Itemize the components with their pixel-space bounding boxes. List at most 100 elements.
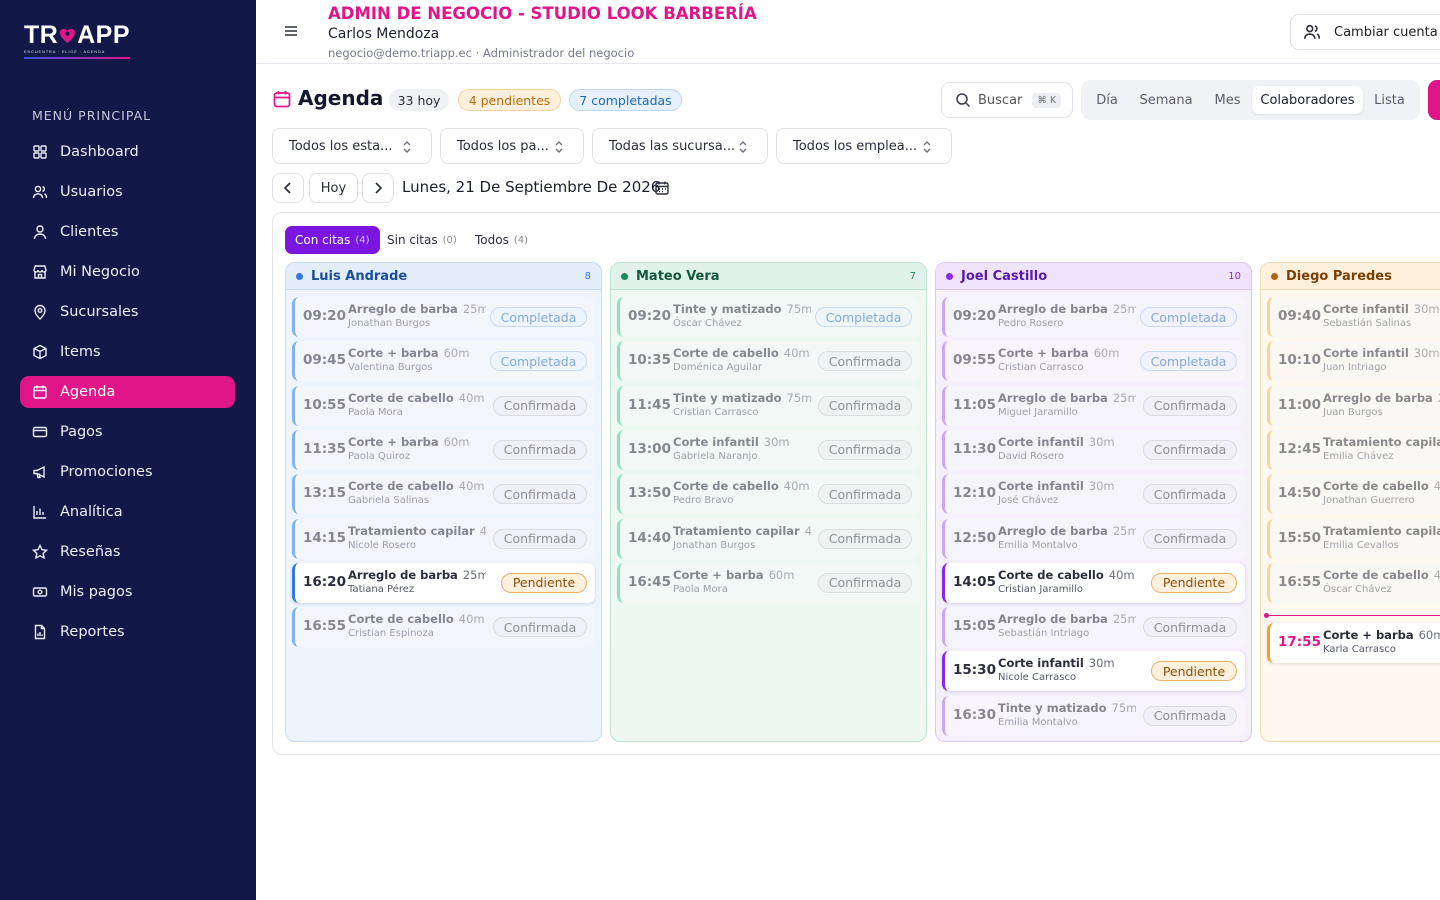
appointment-status-badge: Pendiente	[1151, 661, 1237, 682]
appointment-status-badge: Completada	[1140, 307, 1237, 327]
service-duration: 30m	[1413, 346, 1440, 361]
current-time-dot	[1264, 613, 1269, 618]
status-filter-select[interactable]: Todos los esta...	[272, 128, 432, 164]
appointment-client: Miguel Jaramillo	[998, 406, 1078, 418]
appointment-card[interactable]: 09:20Arreglo de barba 25m Pedro Rosero Comp…	[942, 297, 1245, 337]
service-name: Corte infantil	[998, 434, 1084, 449]
employee-filter-select[interactable]: Todos los emplea...	[776, 128, 952, 164]
appointment-service: Tratamiento capilar45m	[1323, 435, 1440, 449]
today-button[interactable]: Hoy	[309, 173, 358, 203]
appointment-card[interactable]: 11:30 Corte infantil 30m David Rosero Confir…	[942, 429, 1245, 470]
tab-lista[interactable]: Lista	[1367, 86, 1412, 114]
tab-dia[interactable]: Día	[1087, 86, 1127, 114]
appointment-card[interactable]: 14:50Corte de cabello 40m Jonathan Guerrer…	[1267, 474, 1440, 515]
appointment-card[interactable]: 10:35 Corte de cabello 40m Doménica Aguilar…	[617, 341, 920, 382]
collaborator-appointment-count: 10	[1228, 271, 1241, 282]
appointment-card[interactable]: 12:10 Corte infantil 30m José Chávez Confirm…	[942, 474, 1245, 515]
appointment-card[interactable]: 12:45Tratamiento capilar45mEmilia Chávez	[1267, 429, 1440, 470]
appointment-client: Paola Mora	[673, 583, 728, 595]
appointment-card[interactable]: 16:30 Tinte y matizado 75m Emilia Montalvo C…	[942, 695, 1245, 736]
appointment-client: Paola Mora	[348, 406, 403, 418]
appointment-card[interactable]: 14:15Tratamiento capilar 45m Nicole Rosero…	[292, 518, 595, 559]
calendar-icon	[273, 91, 291, 108]
tab-count: (0)	[442, 234, 457, 246]
collaborator-header[interactable]: Diego Paredes8	[1261, 263, 1440, 290]
appointment-card[interactable]: 09:55 Corte + barba 60m Cristian Carrasco Co…	[942, 341, 1245, 382]
appointment-service: Arreglo de barba 25m	[998, 391, 1136, 405]
sidebar-item-analitica[interactable]: Analítica	[20, 496, 235, 528]
sidebar-item-pagos[interactable]: Pagos	[20, 416, 235, 448]
service-duration: 60m	[443, 434, 470, 449]
appointment-card[interactable]: 12:50Arreglo de barba 25m Emilia Montalvo C…	[942, 518, 1245, 559]
appointment-time: 11:05	[953, 396, 996, 413]
collaborator-header[interactable]: Joel Castillo 10	[936, 263, 1251, 290]
appointment-service: Tinte y matizado 75m	[673, 391, 811, 405]
appointment-card[interactable]: 17:55Corte + barba 60m Karla Carrasco	[1267, 623, 1440, 663]
appointment-card[interactable]: 09:45 Corte + barba 60m Valentina Burgos Com…	[292, 341, 595, 382]
appointment-card[interactable]: 11:00Arreglo de barba25mJuan Burgos	[1267, 385, 1440, 426]
appointment-card[interactable]: 09:20Arreglo de barba 25m Jonathan Burgos C…	[292, 297, 595, 337]
switch-account-button[interactable]: Cambiar cuenta	[1290, 14, 1440, 50]
sidebar-item-agenda[interactable]: Agenda	[20, 376, 235, 408]
appointment-card[interactable]: 15:05Arreglo de barba 25m Sebastián Intria…	[942, 607, 1245, 648]
next-day-button[interactable]	[362, 173, 394, 203]
previous-day-button[interactable]	[272, 173, 304, 203]
appointment-card[interactable]: 09:20 Tinte y matizado 75m Óscar Chávez Comp…	[617, 297, 920, 337]
appointment-card[interactable]: 13:00 Corte infantil 30m Gabriela Naranjo Co…	[617, 429, 920, 470]
tab-todos[interactable]: Todos (4)	[465, 226, 538, 254]
collaborator-header[interactable]: Luis Andrade 8	[286, 263, 601, 290]
branch-filter-select[interactable]: Todas las sucursa...	[592, 128, 768, 164]
hamburger-menu-icon[interactable]	[284, 24, 298, 38]
tab-sin-citas[interactable]: Sin citas (0)	[377, 226, 467, 254]
appointment-time: 14:05	[953, 573, 996, 590]
appointment-card[interactable]: 14:05 Corte de cabello 40m Cristian Jaramil…	[942, 562, 1245, 603]
calendar-icon	[33, 385, 47, 399]
payment-filter-value: Todos los pa...	[457, 138, 549, 154]
sidebar-item-mis-pagos[interactable]: Mis pagos	[20, 576, 235, 608]
triapp-logo[interactable]: TR APP ENCUENTRA · ELIGE · AGENDA	[24, 21, 130, 62]
tab-colaboradores[interactable]: Colaboradores	[1252, 86, 1363, 114]
new-appointment-button[interactable]	[1428, 80, 1440, 120]
search-button[interactable]: Buscar ⌘ K	[941, 82, 1073, 118]
appointment-card[interactable]: 16:55Corte de cabello 40m Óscar Chávez	[1267, 562, 1440, 603]
appointment-time: 16:55	[1278, 573, 1321, 590]
collaborator-header[interactable]: Mateo Vera 7	[611, 263, 926, 290]
sidebar-item-mi-negocio[interactable]: Mi Negocio	[20, 256, 235, 288]
appointment-card[interactable]: 11:05Arreglo de barba 25m Miguel Jaramillo…	[942, 385, 1245, 426]
service-name: Corte de cabello	[348, 390, 454, 405]
appointment-card[interactable]: 16:20Arreglo de barba 25m Tatiana Pérez Pen…	[292, 562, 595, 603]
appointment-card[interactable]: 14:40Tratamiento capilar 45m Jonathan Burg…	[617, 518, 920, 559]
sidebar-item-resenas[interactable]: Reseñas	[20, 536, 235, 568]
appointment-card[interactable]: 11:35 Corte + barba 60m Paola Quiroz Confirm…	[292, 429, 595, 470]
service-name: Arreglo de barba	[348, 567, 458, 582]
appointment-status-badge: Pendiente	[501, 572, 587, 593]
sidebar-item-usuarios[interactable]: Usuarios	[20, 176, 235, 208]
appointment-card[interactable]: 16:55 Corte de cabello 40m Cristian Espinoz…	[292, 607, 595, 648]
appointment-card[interactable]: 15:30 Corte infantil 30m Nicole Carrasco Pen…	[942, 651, 1245, 692]
appointment-card[interactable]: 13:15 Corte de cabello 40m Gabriela Salinas…	[292, 474, 595, 515]
appointment-card[interactable]: 09:40 Corte infantil 30m Sebastián Salinas	[1267, 297, 1440, 337]
logo-tagline: ENCUENTRA · ELIGE · AGENDA	[24, 49, 106, 54]
appointment-card[interactable]: 11:45 Tinte y matizado 75m Cristian Carrasc…	[617, 385, 920, 426]
appointment-card[interactable]: 13:50 Corte de cabello 40m Pedro Bravo Confi…	[617, 474, 920, 515]
sidebar-item-dashboard[interactable]: Dashboard	[20, 136, 235, 168]
service-duration: 30m	[1088, 479, 1115, 494]
appointment-card[interactable]: 10:55 Corte de cabello 40m Paola Mora Confir…	[292, 385, 595, 426]
appointment-time: 16:55	[303, 618, 346, 635]
appointment-card[interactable]: 15:50Tratamiento capilar45mEmilia Cevall…	[1267, 518, 1440, 559]
payment-filter-select[interactable]: Todos los pa...	[440, 128, 584, 164]
service-name: Corte infantil	[1323, 346, 1409, 361]
tab-con-citas[interactable]: Con citas (4)	[285, 226, 380, 254]
tab-mes[interactable]: Mes	[1206, 86, 1249, 114]
sidebar-item-sucursales[interactable]: Sucursales	[20, 296, 235, 328]
service-name: Tinte y matizado	[673, 390, 782, 405]
sidebar-item-clientes[interactable]: Clientes	[20, 216, 235, 248]
search-shortcut: ⌘ K	[1032, 92, 1062, 108]
calendar-picker-icon[interactable]	[654, 180, 670, 196]
sidebar-item-reportes[interactable]: Reportes	[20, 616, 235, 648]
appointment-card[interactable]: 10:10 Corte infantil 30m Juan Intriago	[1267, 341, 1440, 382]
sidebar-item-items[interactable]: Items	[20, 336, 235, 368]
appointment-card[interactable]: 16:45 Corte + barba 60m Paola Mora Confirmad…	[617, 562, 920, 603]
sidebar-item-promociones[interactable]: Promociones	[20, 456, 235, 488]
tab-semana[interactable]: Semana	[1132, 86, 1200, 114]
